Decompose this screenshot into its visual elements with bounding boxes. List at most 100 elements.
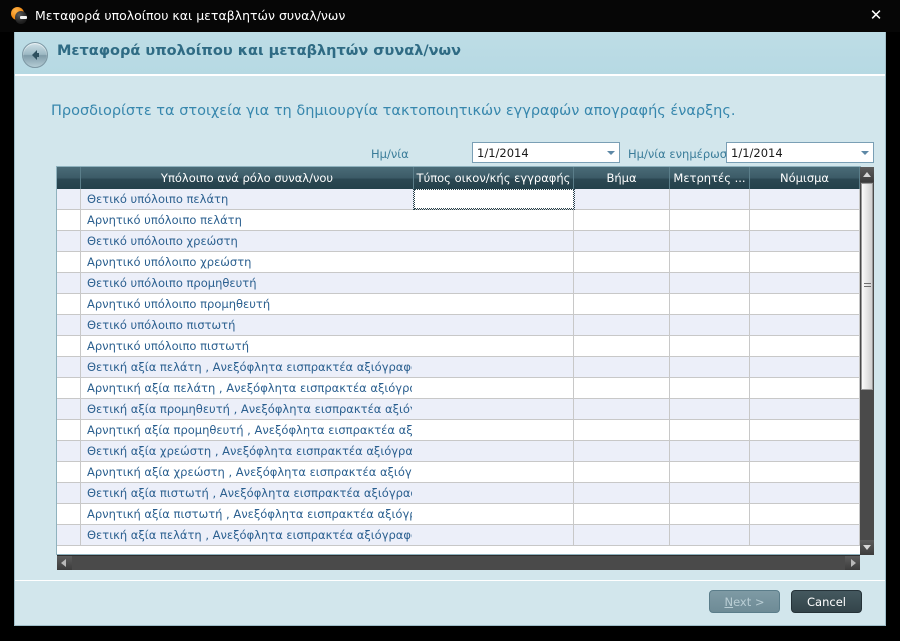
row-selector[interactable] — [57, 483, 81, 503]
table-row[interactable]: Αρνητικό υπόλοιπο προμηθευτή — [57, 294, 860, 315]
triangle-right-icon[interactable] — [845, 556, 860, 570]
cell-role[interactable]: Θετική αξία πελάτη , Ανεξόφλητα εισπρακτ… — [87, 528, 412, 542]
cell-counters[interactable] — [670, 231, 750, 251]
cell-step[interactable] — [574, 210, 670, 230]
cell-role[interactable]: Αρνητικό υπόλοιπο πελάτη — [87, 213, 412, 227]
cell-type[interactable] — [414, 483, 574, 503]
cell-type[interactable] — [414, 420, 574, 440]
cell-type[interactable] — [414, 399, 574, 419]
row-selector[interactable] — [57, 357, 81, 377]
cell-counters[interactable] — [670, 504, 750, 524]
cell-currency[interactable] — [750, 504, 860, 524]
cell-role[interactable]: Αρνητικό υπόλοιπο χρεώστη — [87, 255, 412, 269]
cell-currency[interactable] — [750, 273, 860, 293]
back-arrow-icon[interactable] — [22, 42, 48, 68]
table-row[interactable]: Αρνητικό υπόλοιπο πελάτη — [57, 210, 860, 231]
cell-role[interactable]: Αρνητική αξία πελάτη , Ανεξόφλητα εισπρα… — [87, 381, 412, 395]
row-selector[interactable] — [57, 504, 81, 524]
cancel-button[interactable]: Cancel — [791, 590, 862, 613]
row-selector[interactable] — [57, 294, 81, 314]
table-row[interactable]: Θετικό υπόλοιπο πιστωτή — [57, 315, 860, 336]
cell-currency[interactable] — [750, 189, 860, 209]
row-selector[interactable] — [57, 525, 81, 545]
cell-counters[interactable] — [670, 273, 750, 293]
cell-currency[interactable] — [750, 294, 860, 314]
table-row[interactable]: Θετικό υπόλοιπο χρεώστη — [57, 231, 860, 252]
cell-counters[interactable] — [670, 525, 750, 545]
cell-step[interactable] — [574, 273, 670, 293]
cell-type[interactable] — [414, 462, 574, 482]
next-button[interactable]: Next > — [709, 590, 780, 613]
row-selector[interactable] — [57, 441, 81, 461]
cell-role[interactable]: Αρνητική αξία πιστωτή , Ανεξόφλητα εισπρ… — [87, 507, 412, 521]
cell-type[interactable] — [414, 252, 574, 272]
table-row[interactable]: Αρνητική αξία πιστωτή , Ανεξόφλητα εισπρ… — [57, 504, 860, 525]
cell-step[interactable] — [574, 378, 670, 398]
cell-role[interactable]: Θετική αξία χρεώστη , Ανεξόφλητα εισπρακ… — [87, 444, 412, 458]
cell-type[interactable] — [414, 378, 574, 398]
cell-type[interactable] — [414, 231, 574, 251]
horizontal-scrollbar[interactable] — [57, 555, 860, 570]
cell-step[interactable] — [574, 483, 670, 503]
cell-counters[interactable] — [670, 294, 750, 314]
table-row[interactable]: Θετική αξία πελάτη , Ανεξόφλητα εισπρακτ… — [57, 525, 860, 546]
cell-currency[interactable] — [750, 378, 860, 398]
table-row[interactable]: Αρνητική αξία προμηθευτή , Ανεξόφλητα ει… — [57, 420, 860, 441]
table-row[interactable]: Θετικό υπόλοιπο πελάτη — [57, 189, 860, 210]
row-selector[interactable] — [57, 252, 81, 272]
focused-cell-type[interactable] — [413, 189, 575, 210]
row-selector[interactable] — [57, 273, 81, 293]
cell-type[interactable] — [414, 336, 574, 356]
cell-counters[interactable] — [670, 399, 750, 419]
cell-type[interactable] — [414, 210, 574, 230]
cell-step[interactable] — [574, 525, 670, 545]
update-date-combobox[interactable]: 1/1/2014 — [726, 142, 874, 163]
cell-counters[interactable] — [670, 336, 750, 356]
cell-step[interactable] — [574, 357, 670, 377]
row-selector[interactable] — [57, 462, 81, 482]
cell-step[interactable] — [574, 441, 670, 461]
grid-header-role[interactable]: Υπόλοιπο ανά ρόλο συναλ/νου — [81, 167, 414, 189]
table-row[interactable]: Αρνητικό υπόλοιπο πιστωτή — [57, 336, 860, 357]
cell-counters[interactable] — [670, 252, 750, 272]
cell-role[interactable]: Θετική αξία πιστωτή , Ανεξόφλητα εισπρακ… — [87, 486, 412, 500]
cell-counters[interactable] — [670, 315, 750, 335]
table-row[interactable]: Θετική αξία πιστωτή , Ανεξόφλητα εισπρακ… — [57, 483, 860, 504]
cell-role[interactable]: Θετική αξία προμηθευτή , Ανεξόφλητα εισπ… — [87, 402, 412, 416]
cell-currency[interactable] — [750, 210, 860, 230]
cell-type[interactable] — [414, 294, 574, 314]
table-row[interactable]: Θετική αξία προμηθευτή , Ανεξόφλητα εισπ… — [57, 399, 860, 420]
cell-role[interactable]: Θετικό υπόλοιπο πελάτη — [87, 192, 412, 206]
grid-header-currency[interactable]: Νόμισμα — [750, 167, 860, 189]
table-row[interactable]: Αρνητικό υπόλοιπο χρεώστη — [57, 252, 860, 273]
table-row[interactable]: Θετική αξία χρεώστη , Ανεξόφλητα εισπρακ… — [57, 441, 860, 462]
cell-counters[interactable] — [670, 378, 750, 398]
cell-currency[interactable] — [750, 399, 860, 419]
chevron-down-icon[interactable] — [607, 151, 615, 155]
cell-currency[interactable] — [750, 336, 860, 356]
cell-counters[interactable] — [670, 483, 750, 503]
cell-role[interactable]: Αρνητικό υπόλοιπο προμηθευτή — [87, 297, 412, 311]
cell-type[interactable] — [414, 273, 574, 293]
row-selector[interactable] — [57, 189, 81, 209]
cell-counters[interactable] — [670, 357, 750, 377]
cell-currency[interactable] — [750, 231, 860, 251]
row-selector[interactable] — [57, 420, 81, 440]
cell-currency[interactable] — [750, 483, 860, 503]
cell-counters[interactable] — [670, 462, 750, 482]
cell-currency[interactable] — [750, 315, 860, 335]
cell-type[interactable] — [414, 525, 574, 545]
cell-currency[interactable] — [750, 420, 860, 440]
cell-role[interactable]: Αρνητική αξία χρεώστη , Ανεξόφλητα εισπρ… — [87, 465, 412, 479]
cell-currency[interactable] — [750, 441, 860, 461]
cell-step[interactable] — [574, 462, 670, 482]
triangle-up-icon[interactable] — [860, 167, 874, 182]
cell-role[interactable]: Αρνητικό υπόλοιπο πιστωτή — [87, 339, 412, 353]
cell-step[interactable] — [574, 399, 670, 419]
cell-step[interactable] — [574, 294, 670, 314]
cell-currency[interactable] — [750, 357, 860, 377]
row-selector[interactable] — [57, 399, 81, 419]
table-row[interactable]: Θετική αξία πελάτη , Ανεξόφλητα εισπρακτ… — [57, 357, 860, 378]
cell-type[interactable] — [414, 315, 574, 335]
row-selector[interactable] — [57, 378, 81, 398]
